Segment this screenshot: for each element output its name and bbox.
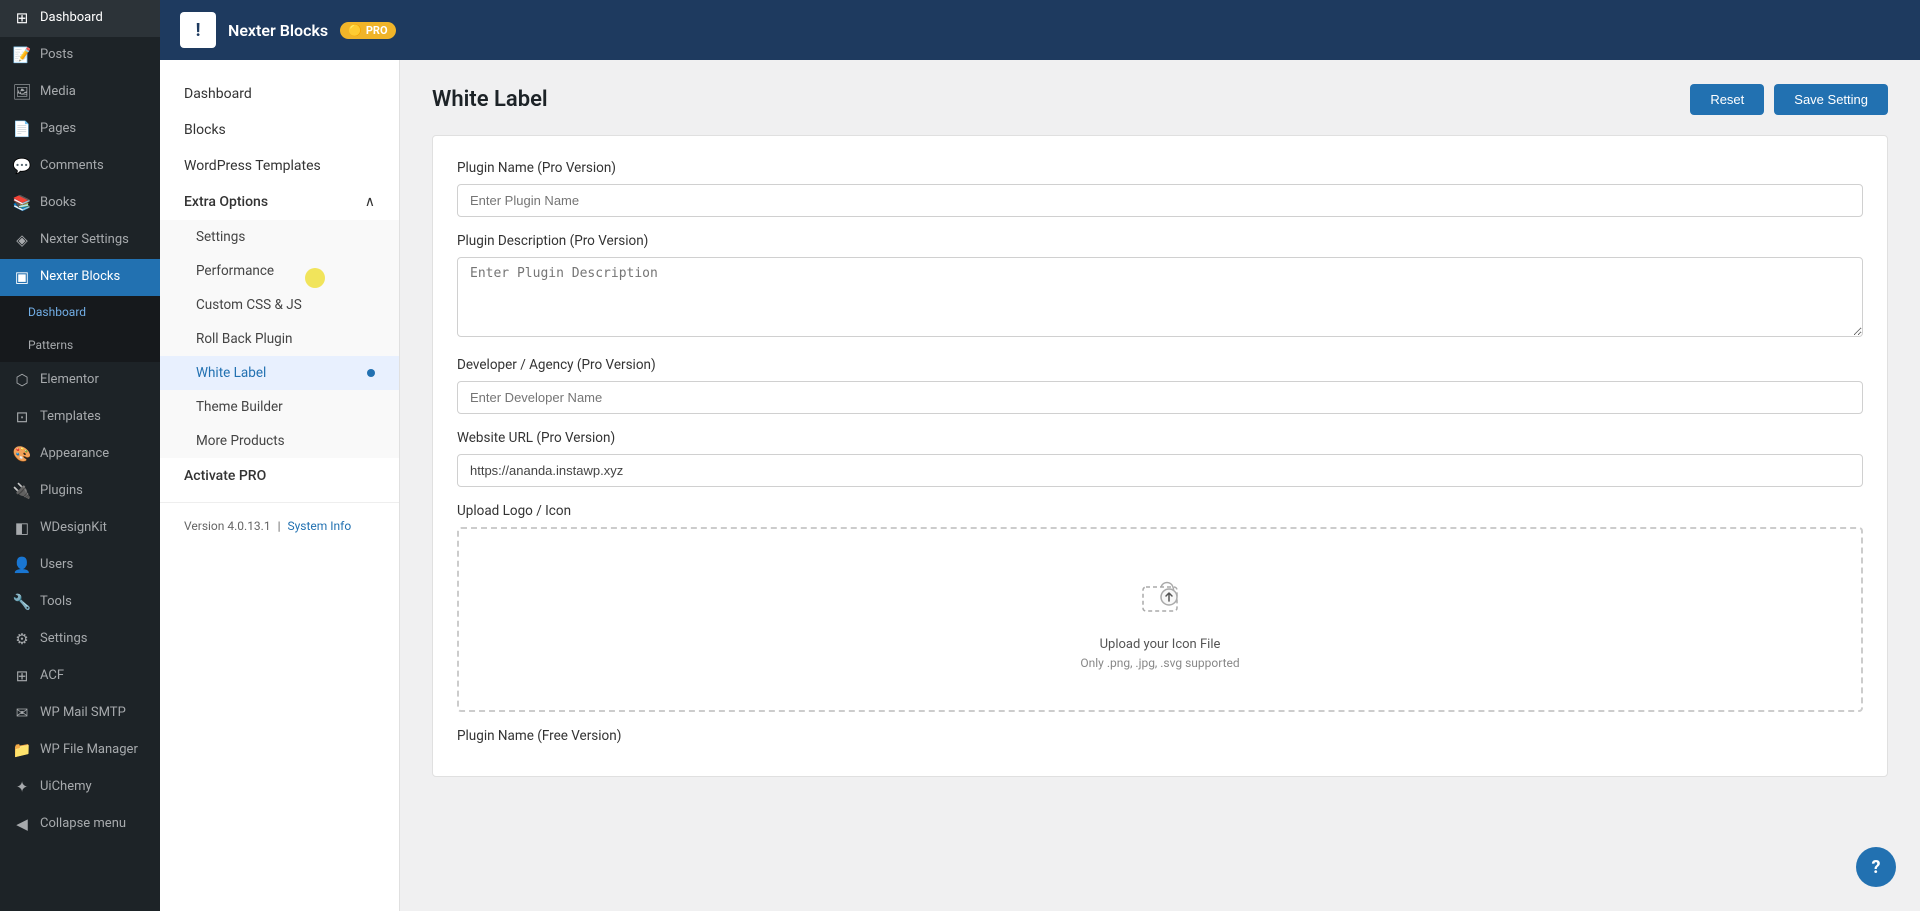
- upload-area[interactable]: Upload your Icon File Only .png, .jpg, .…: [457, 527, 1863, 712]
- plugin-sidebar: Dashboard Blocks WordPress Templates Ext…: [160, 60, 400, 911]
- plugin-name-free-field: Plugin Name (Free Version): [457, 728, 1863, 744]
- comments-icon: 💬: [12, 156, 32, 177]
- upload-icon: [479, 569, 1841, 629]
- submenu-performance[interactable]: Performance: [160, 254, 399, 288]
- plugin-header: ! Nexter Blocks 🟡 PRO: [160, 0, 1920, 60]
- uichemy-icon: ✦: [12, 777, 32, 798]
- appearance-icon: 🎨: [12, 444, 32, 465]
- system-info-link[interactable]: System Info: [288, 519, 352, 533]
- sidebar-item-pages[interactable]: 📄 Pages: [0, 111, 160, 148]
- submenu-theme-builder[interactable]: Theme Builder: [160, 390, 399, 424]
- plugin-logo: !: [180, 12, 216, 48]
- main-area: ! Nexter Blocks 🟡 PRO Dashboard Blocks W…: [160, 0, 1920, 911]
- sidebar-item-templates[interactable]: ⊡ Templates: [0, 399, 160, 436]
- wp-admin-sidebar: ⊞ Dashboard 📝 Posts 🖼 Media 📄 Pages 💬 Co…: [0, 0, 160, 911]
- templates-icon: ⊡: [12, 407, 32, 428]
- books-icon: 📚: [12, 193, 32, 214]
- plugin-menu-dashboard[interactable]: Dashboard: [160, 76, 399, 112]
- header-buttons: Reset Save Setting: [1690, 84, 1888, 115]
- pro-badge: 🟡 PRO: [340, 22, 395, 39]
- pro-circle-icon: 🟡: [348, 24, 362, 37]
- submenu-item-patterns[interactable]: Patterns: [0, 329, 160, 362]
- nexter-blocks-icon: ▣: [12, 267, 32, 288]
- reset-button[interactable]: Reset: [1690, 84, 1764, 115]
- sidebar-item-nexter-blocks[interactable]: ▣ Nexter Blocks: [0, 259, 160, 296]
- upload-subtext: Only .png, .jpg, .svg supported: [479, 656, 1841, 670]
- sidebar-item-users[interactable]: 👤 Users: [0, 547, 160, 584]
- wp-file-manager-icon: 📁: [12, 740, 32, 761]
- submenu-roll-back[interactable]: Roll Back Plugin: [160, 322, 399, 356]
- active-dot: [367, 369, 375, 377]
- save-button[interactable]: Save Setting: [1774, 84, 1888, 115]
- settings-icon: ⚙: [12, 629, 32, 650]
- upload-logo-label: Upload Logo / Icon: [457, 503, 1863, 519]
- sidebar-item-elementor[interactable]: ⬡ Elementor: [0, 362, 160, 399]
- chevron-down-icon: ∧: [365, 194, 375, 210]
- sidebar-item-media[interactable]: 🖼 Media: [0, 74, 160, 111]
- plugin-name-pro-input[interactable]: [457, 184, 1863, 217]
- plugins-icon: 🔌: [12, 481, 32, 502]
- submenu-settings[interactable]: Settings: [160, 220, 399, 254]
- tools-icon: 🔧: [12, 592, 32, 613]
- submenu-more-products[interactable]: More Products: [160, 424, 399, 458]
- dashboard-icon: ⊞: [12, 8, 32, 29]
- white-label-form: Plugin Name (Pro Version) Plugin Descrip…: [432, 135, 1888, 777]
- website-url-input[interactable]: [457, 454, 1863, 487]
- plugin-name-pro-field: Plugin Name (Pro Version): [457, 160, 1863, 233]
- sidebar-item-tools[interactable]: 🔧 Tools: [0, 584, 160, 621]
- content-area: Dashboard Blocks WordPress Templates Ext…: [160, 60, 1920, 911]
- plugin-name: Nexter Blocks: [228, 21, 328, 40]
- website-url-label: Website URL (Pro Version): [457, 430, 1863, 446]
- developer-agency-label: Developer / Agency (Pro Version): [457, 357, 1863, 373]
- sidebar-item-plugins[interactable]: 🔌 Plugins: [0, 473, 160, 510]
- activate-pro-link[interactable]: Activate PRO: [160, 458, 399, 494]
- help-button[interactable]: ?: [1856, 847, 1896, 887]
- developer-agency-field: Developer / Agency (Pro Version): [457, 357, 1863, 430]
- posts-icon: 📝: [12, 45, 32, 66]
- sidebar-item-posts[interactable]: 📝 Posts: [0, 37, 160, 74]
- sidebar-item-comments[interactable]: 💬 Comments: [0, 148, 160, 185]
- plugin-submenu: Settings Performance Custom CSS & JS Rol…: [160, 220, 399, 458]
- media-icon: 🖼: [12, 82, 32, 103]
- wdesignkit-icon: ◧: [12, 518, 32, 539]
- extra-options-header[interactable]: Extra Options ∧: [160, 184, 399, 220]
- sidebar-item-appearance[interactable]: 🎨 Appearance: [0, 436, 160, 473]
- page-title: White Label: [432, 87, 548, 112]
- pages-icon: 📄: [12, 119, 32, 140]
- developer-agency-input[interactable]: [457, 381, 1863, 414]
- upload-text: Upload your Icon File: [479, 637, 1841, 652]
- wp-mail-smtp-icon: ✉: [12, 703, 32, 724]
- users-icon: 👤: [12, 555, 32, 576]
- collapse-icon: ◀: [12, 814, 32, 835]
- sidebar-item-collapse[interactable]: ◀ Collapse menu: [0, 806, 160, 843]
- plugin-name-pro-label: Plugin Name (Pro Version): [457, 160, 1863, 176]
- sidebar-item-wdesignkit[interactable]: ◧ WDesignKit: [0, 510, 160, 547]
- sidebar-item-dashboard[interactable]: ⊞ Dashboard: [0, 0, 160, 37]
- nexter-blocks-submenu: Dashboard Patterns: [0, 296, 160, 362]
- plugin-sidebar-footer: Version 4.0.13.1 | System Info: [160, 502, 399, 549]
- sidebar-item-wp-file-manager[interactable]: 📁 WP File Manager: [0, 732, 160, 769]
- plugin-menu-blocks[interactable]: Blocks: [160, 112, 399, 148]
- acf-icon: ⊞: [12, 666, 32, 687]
- plugin-name-free-label: Plugin Name (Free Version): [457, 728, 1863, 744]
- plugin-description-pro-label: Plugin Description (Pro Version): [457, 233, 1863, 249]
- sidebar-item-nexter-settings[interactable]: ◈ Nexter Settings: [0, 222, 160, 259]
- sidebar-item-settings[interactable]: ⚙ Settings: [0, 621, 160, 658]
- page-content: White Label Reset Save Setting Plugin Na…: [400, 60, 1920, 911]
- sidebar-item-wp-mail-smtp[interactable]: ✉ WP Mail SMTP: [0, 695, 160, 732]
- sidebar-item-books[interactable]: 📚 Books: [0, 185, 160, 222]
- website-url-field: Website URL (Pro Version): [457, 430, 1863, 503]
- submenu-item-dashboard[interactable]: Dashboard: [0, 296, 160, 329]
- nexter-settings-icon: ◈: [12, 230, 32, 251]
- plugin-menu-wordpress-templates[interactable]: WordPress Templates: [160, 148, 399, 184]
- submenu-white-label[interactable]: White Label: [160, 356, 399, 390]
- page-header: White Label Reset Save Setting: [432, 84, 1888, 115]
- plugin-description-pro-field: Plugin Description (Pro Version): [457, 233, 1863, 357]
- elementor-icon: ⬡: [12, 370, 32, 391]
- sidebar-item-acf[interactable]: ⊞ ACF: [0, 658, 160, 695]
- submenu-custom-css-js[interactable]: Custom CSS & JS: [160, 288, 399, 322]
- sidebar-item-uichemy[interactable]: ✦ UiChemy: [0, 769, 160, 806]
- plugin-description-pro-input[interactable]: [457, 257, 1863, 337]
- upload-logo-field: Upload Logo / Icon Upload your Icon File: [457, 503, 1863, 712]
